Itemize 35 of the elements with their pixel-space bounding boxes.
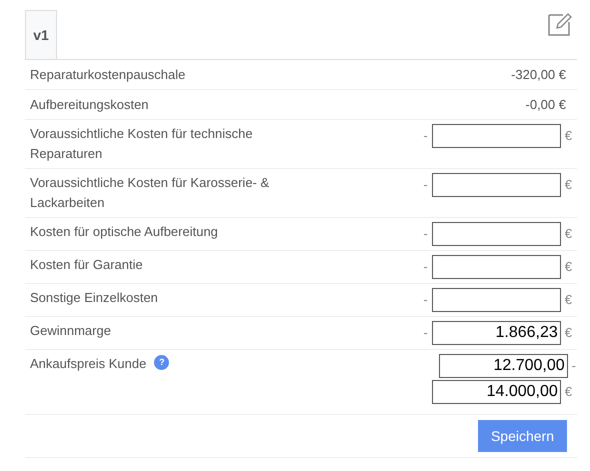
euro-sign: € [564,383,572,402]
minus-sign: - [423,176,428,194]
input-field[interactable] [432,173,561,197]
euro-sign: € [564,324,572,342]
input-field[interactable] [432,288,561,312]
row-value: -0,00 € [526,96,567,112]
euro-sign: € [564,127,572,146]
minus-sign: - [423,127,428,146]
edit-icon[interactable] [547,11,573,37]
row-label: Aufbereitungskosten [30,96,149,114]
row-label: Voraussichtliche Kosten für Karosserie- & Lackarbeiten [30,174,270,212]
row-label: Sonstige Einzelkosten [30,289,158,307]
euro-sign: € [564,176,572,194]
minus-sign: - [423,225,428,244]
row-value: -320,00 € [511,66,567,82]
row-label: Reparaturkostenpauschale [30,66,186,84]
euro-sign: € [564,225,572,244]
row-label: Voraussichtliche Kosten für technische Reparaturen [30,125,254,163]
euro-sign: € [564,258,572,276]
input-field[interactable]: 12.700,00 [438,354,568,378]
dash-sign: - [572,357,576,376]
input-field[interactable]: 14.000,00 [432,380,561,404]
minus-sign: - [423,258,428,276]
row-label: Ankaufspreis Kunde [30,355,146,373]
minus-sign: - [423,291,428,310]
input-field[interactable]: 1.866,23 [432,321,561,345]
input-field[interactable] [432,222,561,246]
tab[interactable]: v1 [25,10,57,59]
input-field[interactable] [432,124,561,148]
minus-sign: - [423,324,428,342]
input-field[interactable] [432,255,561,279]
row-label: Gewinnmarge [30,322,111,340]
euro-sign: € [564,291,572,310]
row-label: Kosten für optische Aufbereitung [30,223,218,241]
row-label: Kosten für Garantie [30,256,143,274]
